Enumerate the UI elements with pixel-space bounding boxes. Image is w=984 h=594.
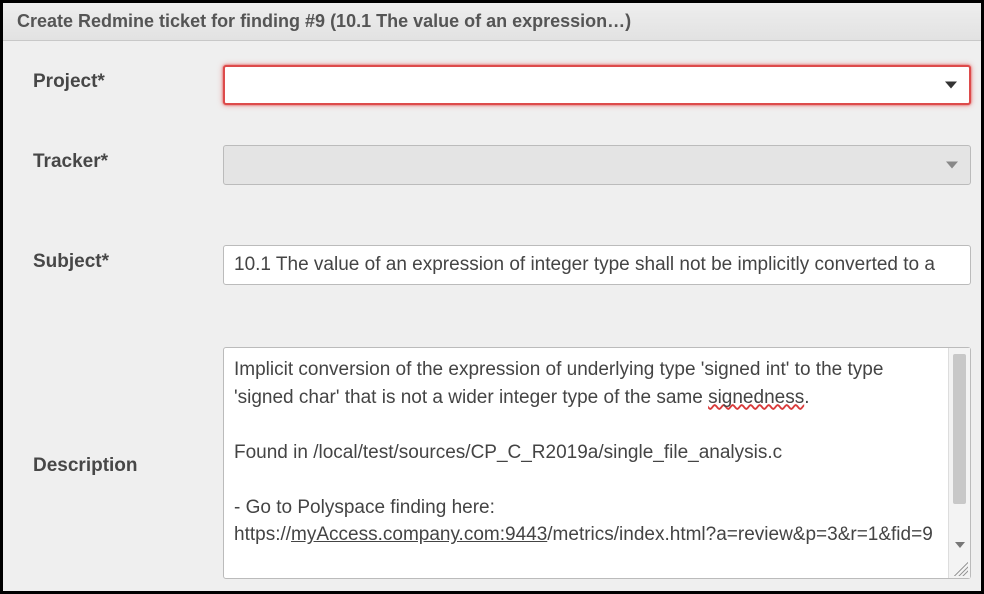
create-ticket-dialog: Create Redmine ticket for finding #9 (10… — [3, 3, 981, 591]
chevron-down-icon — [955, 542, 965, 548]
dialog-body: Project* Tracker* Subject* — [3, 41, 981, 591]
description-row: Description Implicit conversion of the e… — [33, 347, 971, 579]
description-control: Implicit conversion of the expression of… — [223, 347, 971, 579]
subject-control — [223, 245, 971, 285]
chevron-down-icon — [946, 162, 958, 169]
resize-grip-icon[interactable] — [954, 562, 968, 576]
scroll-thumb[interactable] — [953, 354, 966, 504]
project-control — [223, 65, 971, 105]
tracker-control — [223, 145, 971, 185]
description-scrollbar[interactable] — [948, 348, 970, 578]
project-label: Project* — [33, 65, 223, 93]
tracker-row: Tracker* — [33, 145, 971, 185]
tracker-select[interactable] — [223, 145, 971, 185]
scroll-down-button[interactable] — [949, 536, 970, 554]
tracker-label: Tracker* — [33, 145, 223, 173]
project-select[interactable] — [223, 65, 971, 105]
project-row: Project* — [33, 65, 971, 105]
dialog-title: Create Redmine ticket for finding #9 (10… — [3, 3, 981, 41]
description-textarea-wrap: Implicit conversion of the expression of… — [223, 347, 971, 579]
subject-label: Subject* — [33, 245, 223, 273]
subject-input[interactable] — [223, 245, 971, 285]
description-textarea[interactable]: Implicit conversion of the expression of… — [224, 348, 948, 578]
subject-row: Subject* — [33, 245, 971, 285]
chevron-down-icon — [945, 82, 957, 89]
description-label: Description — [33, 449, 223, 477]
